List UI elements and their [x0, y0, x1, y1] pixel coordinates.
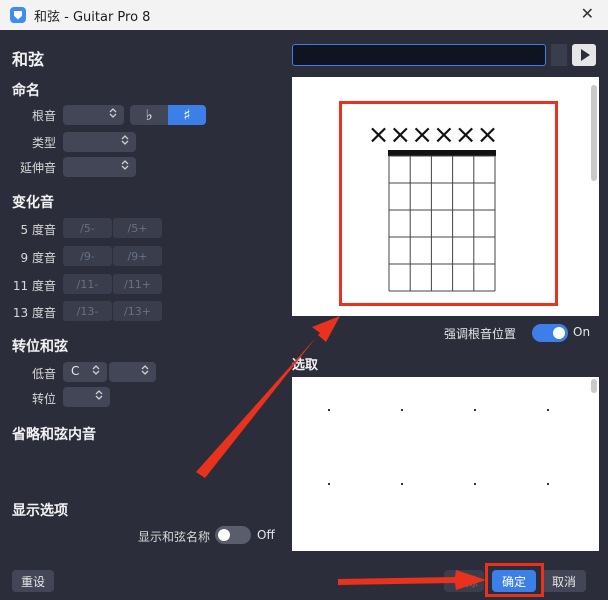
annotation-arrow-ok: [338, 570, 486, 590]
annotation-arrows: [196, 316, 486, 590]
annotation-arrow-diagram: [196, 316, 340, 478]
